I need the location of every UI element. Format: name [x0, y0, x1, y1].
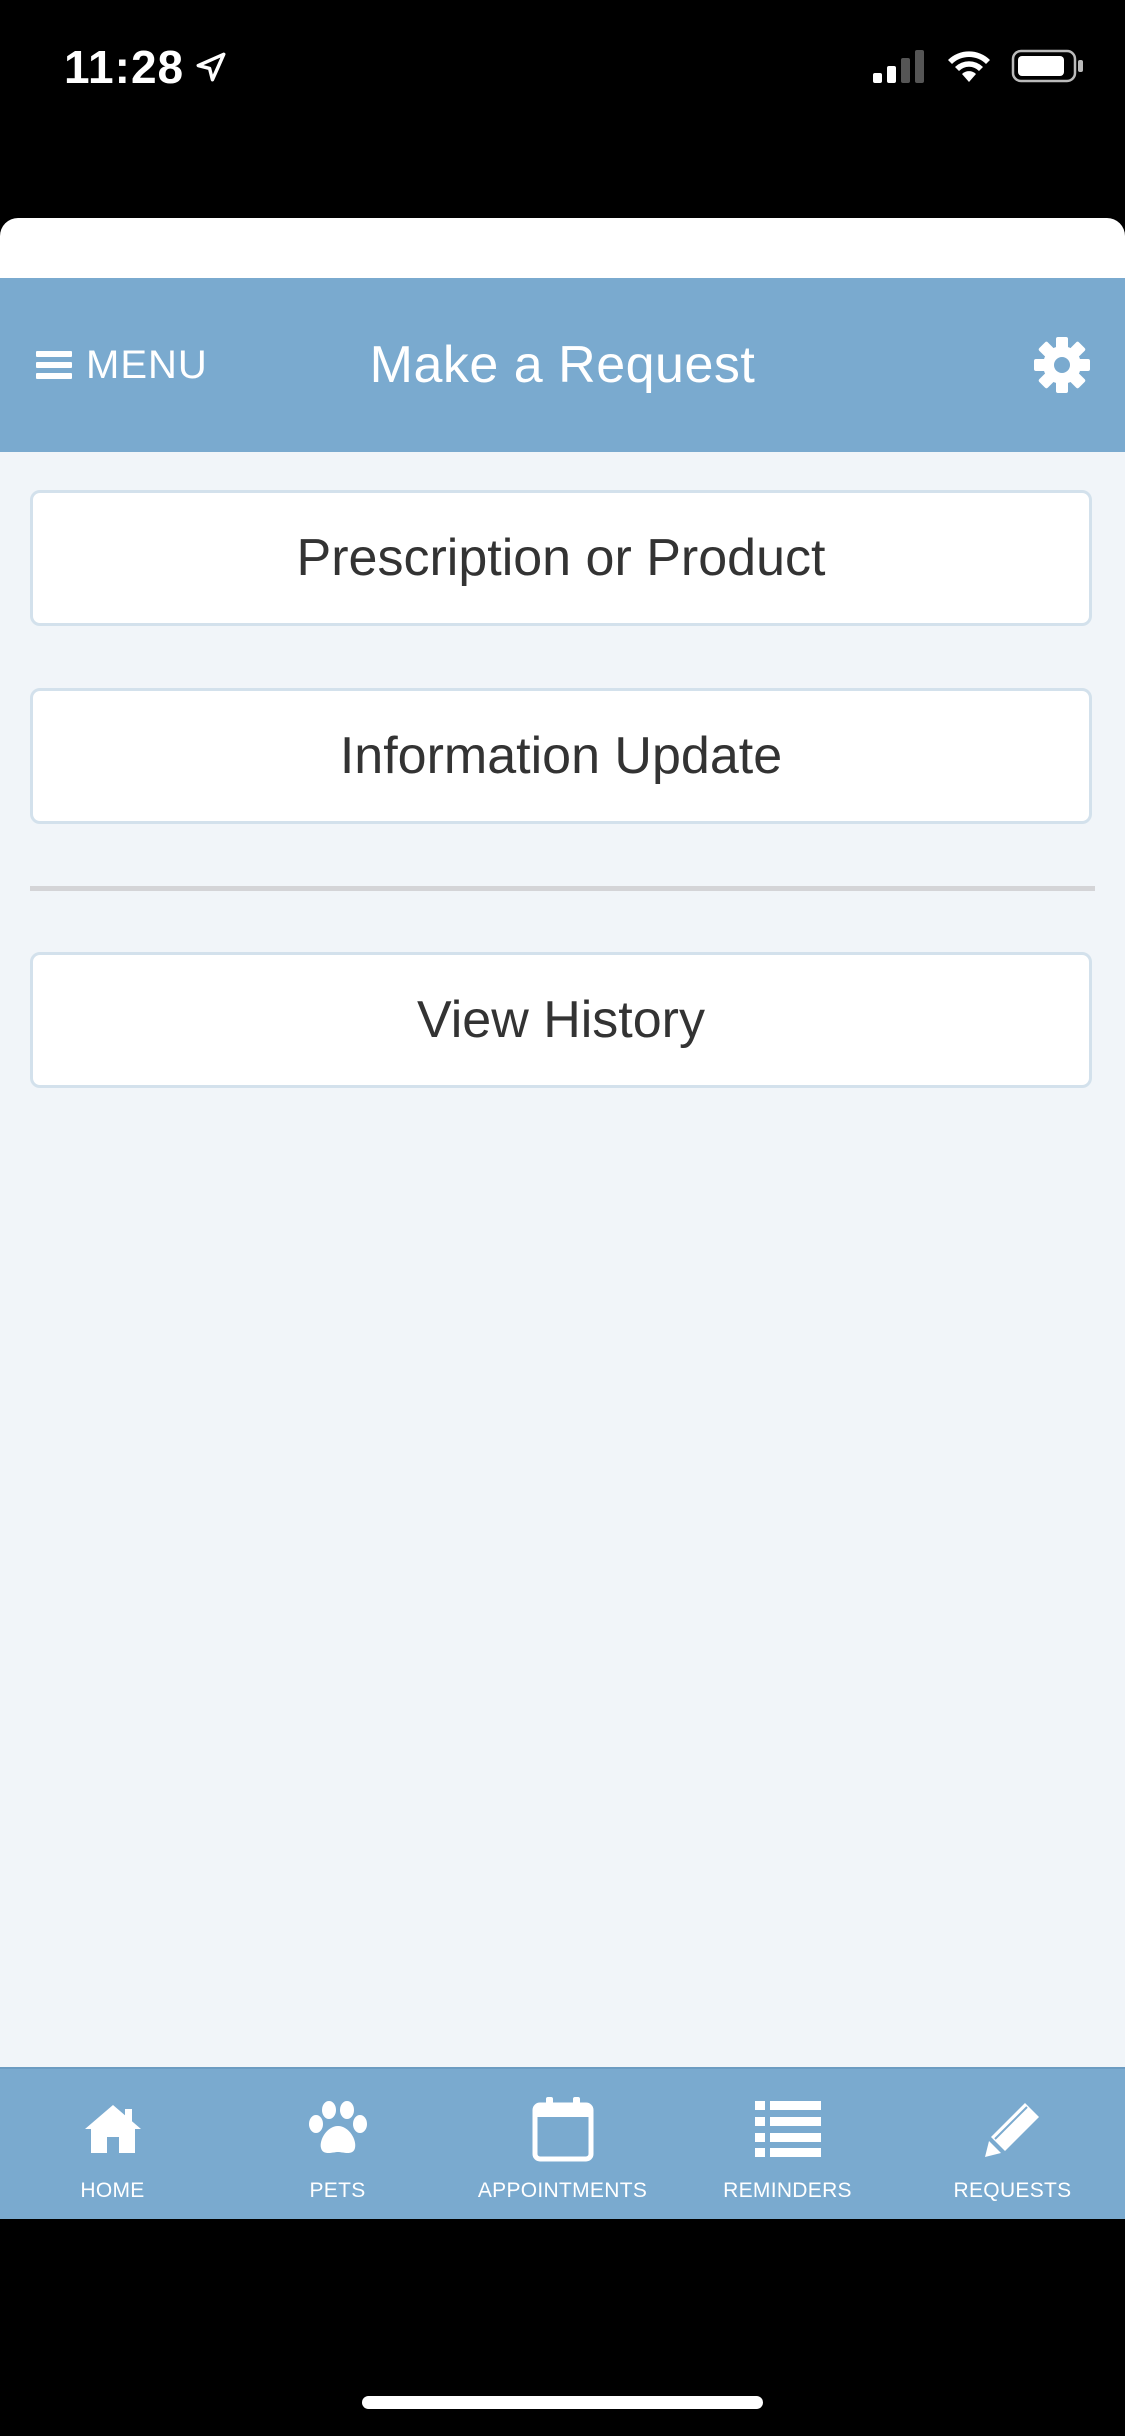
tab-appointments-label: APPOINTMENTS — [477, 2179, 648, 2202]
wifi-icon — [948, 51, 990, 82]
tab-requests-label: REQUESTS — [953, 2179, 1072, 2202]
paw-icon — [308, 2101, 367, 2153]
tab-home-label: HOME — [80, 2179, 145, 2202]
information-update-button[interactable]: Information Update — [30, 688, 1092, 824]
status-time: 11:28 — [64, 40, 228, 94]
status-bar: 11:28 — [0, 0, 1125, 140]
view-history-button[interactable]: View History — [30, 952, 1092, 1088]
bottom-tab-bar: HOME PETS APPOINTMENTS REMINDERS REQUEST… — [0, 2067, 1125, 2219]
tab-home[interactable]: HOME — [0, 2069, 225, 2219]
battery-icon — [1011, 49, 1083, 83]
cellular-signal-icon — [873, 50, 924, 83]
main-content: Prescription or Product Information Upda… — [0, 452, 1125, 2068]
menu-button[interactable]: MENU — [36, 278, 208, 452]
top-spacer — [0, 218, 1125, 278]
list-icon — [754, 2101, 821, 2157]
tab-pets-label: PETS — [309, 2179, 366, 2202]
menu-label: MENU — [86, 342, 208, 387]
gear-icon — [1034, 337, 1090, 393]
divider — [30, 886, 1095, 891]
prescription-or-product-button[interactable]: Prescription or Product — [30, 490, 1092, 626]
app-header: MENU Make a Request — [0, 278, 1125, 452]
status-time-text: 11:28 — [64, 41, 185, 93]
calendar-icon — [532, 2097, 593, 2162]
tab-reminders[interactable]: REMINDERS — [675, 2069, 900, 2219]
tab-pets[interactable]: PETS — [225, 2069, 450, 2219]
hamburger-icon — [36, 351, 72, 379]
tab-requests[interactable]: REQUESTS — [900, 2069, 1125, 2219]
tab-reminders-label: REMINDERS — [723, 2179, 852, 2202]
status-icons — [871, 48, 1085, 84]
location-arrow-icon — [196, 52, 226, 82]
settings-button[interactable] — [1033, 278, 1091, 452]
pencil-icon — [984, 2103, 1039, 2157]
home-icon — [84, 2105, 141, 2153]
tab-appointments[interactable]: APPOINTMENTS — [450, 2069, 675, 2219]
home-indicator[interactable] — [362, 2396, 763, 2409]
